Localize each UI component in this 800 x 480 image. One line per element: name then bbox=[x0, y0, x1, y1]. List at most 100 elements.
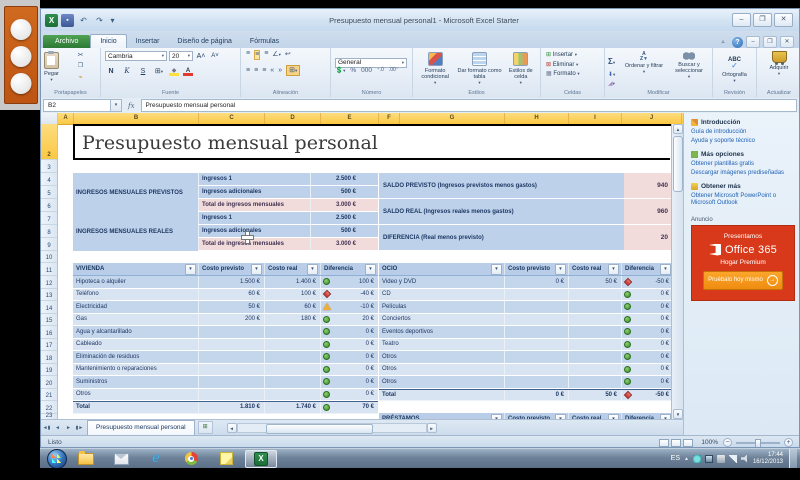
decrease-indent-icon[interactable]: « bbox=[270, 67, 274, 74]
table-row[interactable]: Agua y alcantarillado0 € bbox=[73, 326, 378, 339]
saldo-row[interactable]: SALDO REAL (Ingresos reales menos gastos… bbox=[379, 199, 673, 225]
row-header-14[interactable]: 14 bbox=[41, 301, 57, 314]
qat-customize-button[interactable]: ▾ bbox=[109, 14, 116, 27]
underline-button[interactable]: S bbox=[137, 66, 149, 77]
column-header-G[interactable]: G bbox=[400, 113, 505, 124]
start-button[interactable] bbox=[47, 449, 67, 469]
row-header-13[interactable]: 13 bbox=[41, 289, 57, 302]
table-row[interactable]: Otros0 € bbox=[73, 389, 378, 402]
selected-title-cell[interactable]: Presupuesto mensual personal bbox=[73, 124, 673, 160]
table-row[interactable]: Teatro0 € bbox=[379, 339, 673, 352]
purchase-button[interactable]: Adquirir▾ bbox=[757, 48, 800, 77]
row-header-15[interactable]: 15 bbox=[41, 314, 57, 327]
hardware-button-3[interactable] bbox=[11, 73, 32, 94]
format-as-table-button[interactable]: Dar formato como tabla▾ bbox=[457, 49, 501, 86]
saldo-row[interactable]: DIFERENCIA (Real menos previsto)20 bbox=[379, 225, 673, 251]
table-row[interactable]: Otros0 € bbox=[379, 376, 673, 389]
undo-button[interactable]: ↶ bbox=[77, 14, 90, 27]
display-tray-icon[interactable] bbox=[705, 455, 713, 463]
last-sheet-icon[interactable]: ▮► bbox=[74, 425, 85, 431]
find-select-button[interactable]: Buscar y seleccionar▾ bbox=[667, 49, 711, 80]
zoom-in-icon[interactable]: + bbox=[784, 438, 793, 447]
percent-icon[interactable]: % bbox=[350, 67, 356, 74]
font-name-select[interactable]: Cambria▾ bbox=[105, 51, 167, 61]
column-header-C[interactable]: C bbox=[199, 113, 265, 124]
column-header-B[interactable]: B bbox=[74, 113, 199, 124]
table-row[interactable]: Gas200 €180 €20 € bbox=[73, 314, 378, 327]
paste-button[interactable]: Pegar▾ bbox=[44, 49, 59, 83]
column-header-I[interactable]: I bbox=[569, 113, 622, 124]
vertical-scroll-thumb[interactable] bbox=[673, 136, 683, 192]
horizontal-scroll-thumb[interactable] bbox=[266, 424, 373, 434]
table-row[interactable]: Teléfono60 €100 €-40 € bbox=[73, 289, 378, 302]
redo-button[interactable]: ↷ bbox=[93, 14, 106, 27]
row-header-10[interactable]: 10 bbox=[41, 251, 57, 263]
table-row[interactable]: Eventos deportivos0 € bbox=[379, 326, 673, 339]
select-all-corner[interactable] bbox=[41, 113, 58, 124]
row-header-19[interactable]: 19 bbox=[41, 364, 57, 377]
table-row[interactable]: Hipoteca o alquiler1.500 €1.400 €100 € bbox=[73, 276, 378, 289]
doc-minimize-button[interactable]: – bbox=[746, 36, 760, 48]
network-icon[interactable] bbox=[729, 455, 737, 463]
tab-diseno[interactable]: Diseño de página bbox=[168, 35, 241, 48]
table-row[interactable]: Otros0 € bbox=[379, 351, 673, 364]
filter-icon[interactable]: ▼ bbox=[608, 264, 619, 275]
doc-close-button[interactable]: ✕ bbox=[780, 36, 794, 48]
row-header-20[interactable]: 20 bbox=[41, 376, 57, 389]
row-header-21[interactable]: 21 bbox=[41, 389, 57, 402]
table-row[interactable]: Video y DVD0 €50 €-50 € bbox=[379, 276, 673, 289]
merge-center-icon[interactable]: ⊞▾ bbox=[286, 65, 300, 76]
hardware-button-2[interactable] bbox=[11, 46, 32, 67]
clock[interactable]: 17:44 16/12/2013 bbox=[753, 452, 785, 466]
zoom-out-icon[interactable]: − bbox=[723, 438, 732, 447]
row-header-7[interactable]: 7 bbox=[41, 212, 57, 225]
column-header-J[interactable]: J bbox=[622, 113, 682, 124]
hscroll-right-icon[interactable]: ► bbox=[427, 423, 437, 433]
align-bottom-icon[interactable]: ≡ bbox=[264, 50, 268, 60]
table-row[interactable]: Electricidad50 €60 €-10 € bbox=[73, 301, 378, 314]
filter-icon[interactable]: ▼ bbox=[365, 264, 376, 275]
page-layout-view-icon[interactable] bbox=[671, 439, 681, 447]
table-row[interactable]: Cableado0 € bbox=[73, 339, 378, 352]
office365-ad[interactable]: Presentamos Office 365 Hogar Premium Pru… bbox=[691, 225, 795, 301]
column-header-E[interactable]: E bbox=[321, 113, 379, 124]
fill-icon[interactable]: ⬇▾ bbox=[608, 71, 615, 78]
table-row[interactable]: CD0 € bbox=[379, 289, 673, 302]
taskbar-mail-button[interactable] bbox=[105, 450, 137, 468]
filter-icon[interactable]: ▼ bbox=[307, 264, 318, 275]
first-sheet-icon[interactable]: ◄▮ bbox=[41, 425, 52, 431]
table-total-row[interactable]: Total0 €50 €-50 € bbox=[379, 389, 673, 402]
taskpane-link[interactable]: Descargar imágenes prediseñadas bbox=[691, 170, 795, 177]
table-row[interactable]: Otros0 € bbox=[379, 364, 673, 377]
align-middle-icon[interactable]: ≡ bbox=[254, 50, 260, 60]
taskbar-excel-button[interactable]: X bbox=[245, 450, 277, 468]
copy-icon[interactable]: ❐ bbox=[75, 62, 86, 71]
save-button[interactable]: ▪ bbox=[61, 14, 74, 27]
filter-icon[interactable]: ▼ bbox=[185, 264, 196, 275]
column-header-D[interactable]: D bbox=[265, 113, 321, 124]
zoom-level[interactable]: 100% bbox=[701, 439, 718, 446]
sort-filter-button[interactable]: AZ▼ Ordenar y filtrar▾ bbox=[623, 49, 665, 75]
hardware-button-1[interactable] bbox=[11, 19, 32, 40]
format-cells-button[interactable]: ▦ Formato ▾ bbox=[546, 70, 580, 77]
spelling-button[interactable]: ABC✓ Ortografía▾ bbox=[713, 54, 756, 84]
zoom-slider[interactable] bbox=[736, 442, 780, 444]
decrease-decimal-icon[interactable]: .00⁻ bbox=[389, 67, 399, 73]
page-break-view-icon[interactable] bbox=[683, 439, 693, 447]
increase-decimal-icon[interactable]: ⁺.0 bbox=[377, 67, 384, 73]
row-header-18[interactable]: 18 bbox=[41, 351, 57, 364]
bold-button[interactable]: N bbox=[105, 66, 117, 77]
show-hidden-icons[interactable]: ▲ bbox=[684, 456, 689, 462]
insert-worksheet-icon[interactable]: ⊞ bbox=[198, 421, 213, 434]
row-header-2[interactable]: 2 bbox=[41, 124, 57, 160]
taskpane-link[interactable]: Obtener plantillas gratis bbox=[691, 161, 795, 168]
align-right-icon[interactable]: ≡ bbox=[262, 67, 266, 74]
filter-icon[interactable]: ▼ bbox=[555, 264, 566, 275]
doc-restore-button[interactable]: ❐ bbox=[763, 36, 777, 48]
tab-formulas[interactable]: Fórmulas bbox=[241, 35, 288, 48]
clear-icon[interactable]: ◢▾ bbox=[608, 80, 615, 87]
table-row[interactable]: Eliminación de residuos0 € bbox=[73, 351, 378, 364]
grow-font-icon[interactable]: A˄ bbox=[195, 51, 207, 62]
scroll-down-icon[interactable]: ▼ bbox=[673, 409, 683, 419]
orientation-icon[interactable]: ∠▾ bbox=[272, 50, 281, 60]
